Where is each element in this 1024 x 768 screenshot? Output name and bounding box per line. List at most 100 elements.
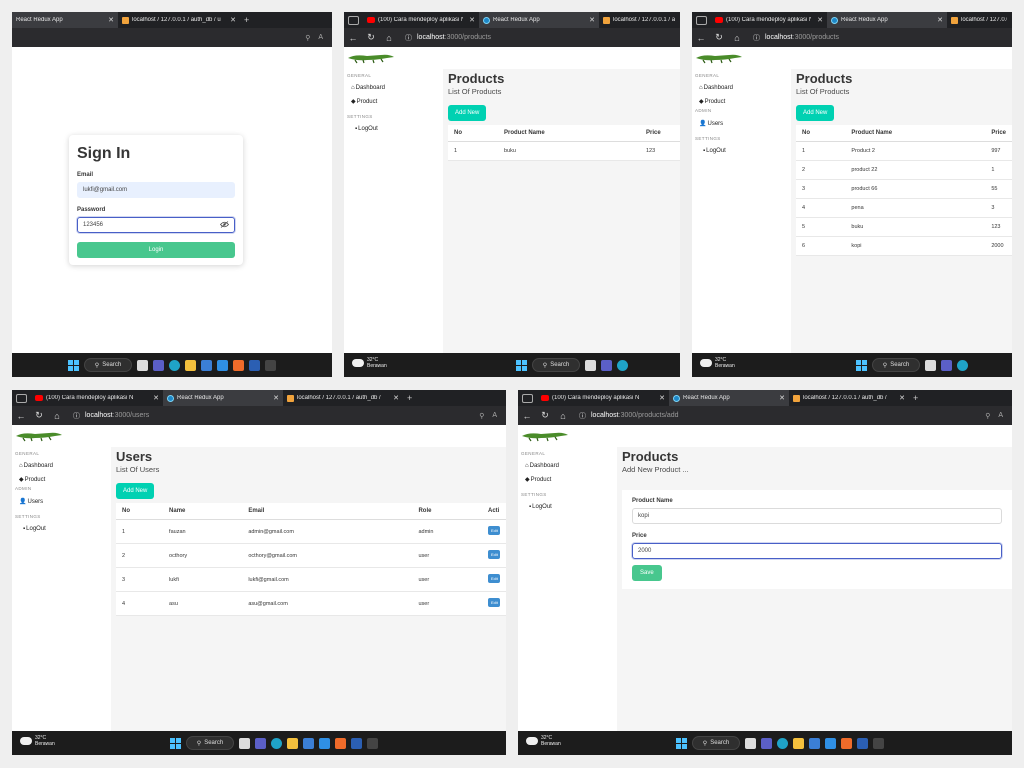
chat-icon[interactable] [153, 359, 165, 371]
close-icon[interactable]: ✕ [270, 394, 279, 402]
tab-phpmyadmin[interactable]: localhost / 127.0.0.1 / auth_db / ✕ [789, 390, 909, 406]
store-icon[interactable] [809, 737, 821, 749]
windows-start-icon[interactable] [675, 737, 687, 749]
windows-start-icon[interactable] [855, 359, 867, 371]
sidebar-item-logout[interactable]: ▪ LogOut [355, 126, 442, 132]
tab-youtube[interactable]: (100) Cara mendeploy aplikasi N ✕ [537, 390, 669, 406]
window-menu-icon[interactable] [348, 15, 359, 25]
terminal-icon[interactable] [873, 737, 885, 749]
store-icon[interactable] [303, 737, 315, 749]
tab-react-redux-app[interactable]: React Redux App ✕ [669, 390, 789, 406]
xampp-icon[interactable] [841, 737, 853, 749]
app-logo[interactable] [518, 425, 1012, 447]
new-tab-icon[interactable]: + [240, 15, 253, 25]
vscode-icon[interactable] [217, 359, 229, 371]
windows-start-icon[interactable] [515, 359, 527, 371]
store-icon[interactable] [201, 359, 213, 371]
chat-icon[interactable] [601, 359, 613, 371]
reload-icon[interactable]: ↻ [365, 32, 377, 43]
sidebar-item-dashboard[interactable]: ⌂ Dashboard [525, 463, 616, 469]
tab-react-redux-app[interactable]: React Redux App ✕ [12, 12, 118, 28]
close-icon[interactable]: ✕ [934, 16, 943, 24]
url-field[interactable]: ⓘ localhost:3000/products [749, 31, 1009, 45]
read-aloud-icon[interactable]: A [492, 412, 497, 420]
email-field[interactable]: lukfi@gmail.com [77, 182, 235, 198]
tab-react-redux-app[interactable]: React Redux App ✕ [827, 12, 947, 28]
taskbar-search[interactable]: ⚲ Search [531, 358, 581, 372]
sidebar-item-product[interactable]: ◆ Product [351, 98, 442, 106]
weather-widget[interactable]: 32°C Berawan [18, 735, 55, 747]
vscode-icon[interactable] [825, 737, 837, 749]
taskbar-search[interactable]: ⚲ Search [691, 736, 741, 750]
close-icon[interactable]: ✕ [776, 394, 785, 402]
sidebar-item-product[interactable]: ◆ Product [699, 98, 790, 106]
close-icon[interactable]: ✕ [656, 394, 665, 402]
tab-phpmyadmin[interactable]: localhost / 127.0.0.1 / auth_db / u [599, 12, 679, 28]
url-field[interactable]: ⓘ localhost:3000/users [69, 409, 473, 423]
close-icon[interactable]: ✕ [814, 16, 823, 24]
tab-phpmyadmin[interactable]: localhost / 127.0.0.1 / auth_db / ✕ [283, 390, 403, 406]
xampp-icon[interactable] [233, 359, 245, 371]
login-button[interactable]: Login [77, 242, 235, 258]
tab-youtube[interactable]: (100) Cara mendeploy aplikasi N ✕ [31, 390, 163, 406]
chat-icon[interactable] [255, 737, 267, 749]
tab-phpmyadmin[interactable]: localhost / 127.0.0.1 / auth_db / u [947, 12, 1011, 28]
task-view-icon[interactable] [745, 737, 757, 749]
tab-phpmyadmin[interactable]: localhost / 127.0.0.1 / auth_db / u ✕ [118, 12, 240, 28]
vscode-icon[interactable] [319, 737, 331, 749]
window-menu-icon[interactable] [522, 393, 533, 403]
sidebar-item-logout[interactable]: ▪ LogOut [23, 526, 110, 532]
windows-start-icon[interactable] [169, 737, 181, 749]
word-icon[interactable] [351, 737, 363, 749]
tab-youtube[interactable]: (100) Cara mendeploy aplikasi N ✕ [711, 12, 827, 28]
new-tab-icon[interactable]: + [909, 393, 922, 403]
eye-off-icon[interactable] [219, 221, 230, 230]
reload-icon[interactable]: ↻ [713, 32, 725, 43]
sidebar-item-users[interactable]: 👤 Users [19, 498, 110, 506]
price-field[interactable]: 2000 [632, 543, 1002, 559]
search-icon[interactable]: ⚲ [479, 412, 484, 420]
close-icon[interactable]: ✕ [466, 16, 475, 24]
word-icon[interactable] [249, 359, 261, 371]
home-icon[interactable]: ⌂ [731, 33, 743, 43]
file-explorer-icon[interactable] [185, 359, 197, 371]
sidebar-item-dashboard[interactable]: ⌂ Dashboard [699, 85, 790, 91]
xampp-icon[interactable] [335, 737, 347, 749]
edit-button[interactable]: Edit [488, 598, 500, 607]
chat-icon[interactable] [941, 359, 953, 371]
sidebar-item-dashboard[interactable]: ⌂ Dashboard [19, 463, 110, 469]
file-explorer-icon[interactable] [793, 737, 805, 749]
close-icon[interactable]: ✕ [896, 394, 905, 402]
word-icon[interactable] [857, 737, 869, 749]
read-aloud-icon[interactable]: A [318, 34, 323, 42]
window-menu-icon[interactable] [16, 393, 27, 403]
edge-icon[interactable] [957, 359, 969, 371]
url-field[interactable]: ⓘ localhost:3000/products/add [575, 409, 979, 423]
back-icon[interactable]: ← [15, 411, 27, 421]
home-icon[interactable]: ⌂ [383, 33, 395, 43]
sidebar-item-dashboard[interactable]: ⌂ Dashboard [351, 85, 442, 91]
add-new-button[interactable]: Add New [796, 105, 835, 121]
sidebar-item-product[interactable]: ◆ Product [525, 476, 616, 484]
edit-button[interactable]: Edit [488, 574, 500, 583]
edge-icon[interactable] [169, 359, 181, 371]
edge-icon[interactable] [777, 737, 789, 749]
save-button[interactable]: Save [632, 565, 662, 581]
sidebar-item-logout[interactable]: ▪ LogOut [529, 504, 616, 510]
close-icon[interactable]: ✕ [105, 16, 114, 24]
edge-icon[interactable] [617, 359, 629, 371]
back-icon[interactable]: ← [521, 411, 533, 421]
task-view-icon[interactable] [585, 359, 597, 371]
task-view-icon[interactable] [925, 359, 937, 371]
chat-icon[interactable] [761, 737, 773, 749]
close-icon[interactable]: ✕ [390, 394, 399, 402]
task-view-icon[interactable] [239, 737, 251, 749]
add-new-button[interactable]: Add New [116, 483, 155, 499]
new-tab-icon[interactable]: + [403, 393, 416, 403]
read-aloud-icon[interactable]: A [998, 412, 1003, 420]
terminal-icon[interactable] [367, 737, 379, 749]
window-menu-icon[interactable] [696, 15, 707, 25]
tab-youtube[interactable]: (100) Cara mendeploy aplikasi N ✕ [363, 12, 479, 28]
url-field[interactable]: ⓘ localhost:3000/products [401, 31, 677, 45]
weather-widget[interactable]: 32°C Berawan [698, 357, 735, 369]
